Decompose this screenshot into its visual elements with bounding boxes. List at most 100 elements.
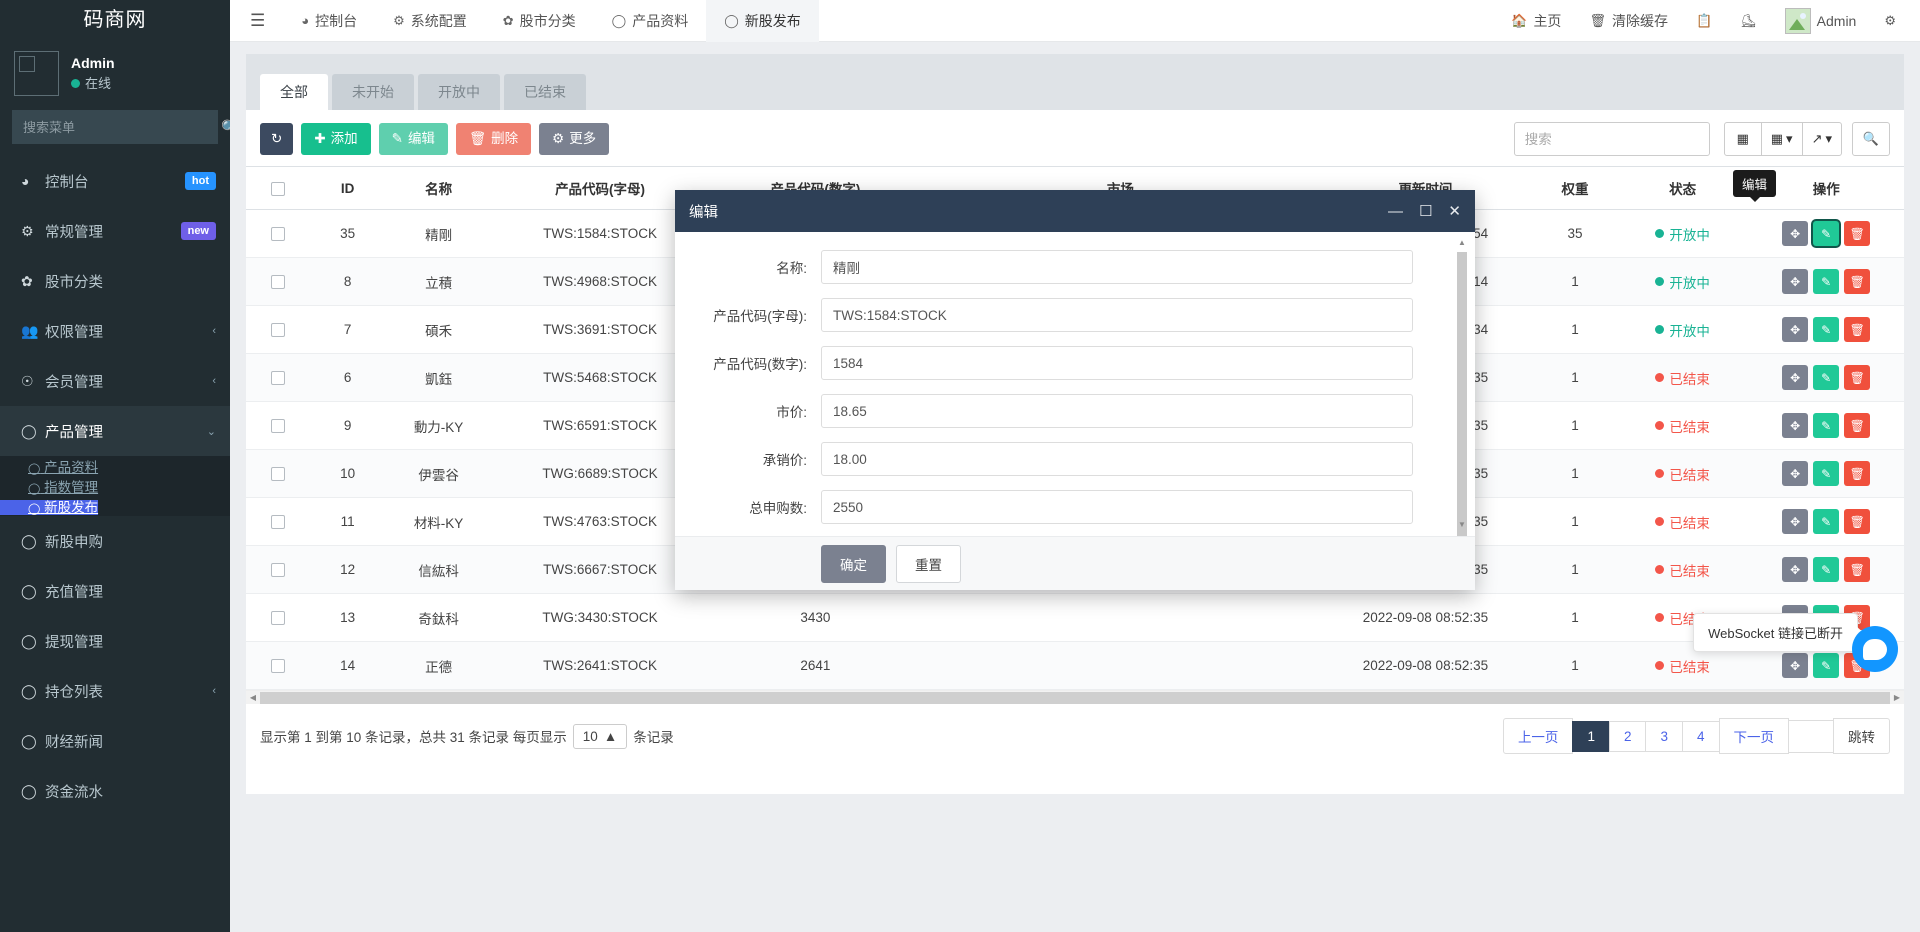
field-input-code-num[interactable] (821, 346, 1413, 380)
sidebar-item-new-stock-subscribe[interactable]: ◯ 新股申购 (0, 516, 230, 566)
field-input-total-subs[interactable] (821, 490, 1413, 524)
row-checkbox[interactable] (271, 611, 285, 625)
sidebar-item-new-stock-release[interactable]: ◯ 新股发布 (0, 496, 230, 516)
move-icon-button[interactable]: ✥ (1782, 317, 1808, 342)
sidebar-item-product-data[interactable]: ◯ 产品资料 (0, 456, 230, 476)
list-alt-icon-button[interactable]: ▦ (1724, 122, 1762, 156)
sidebar-item-permissions[interactable]: 👥 权限管理 ‹ (0, 306, 230, 356)
col-id[interactable]: ID (311, 167, 385, 210)
field-input-market-price[interactable] (821, 394, 1413, 428)
row-checkbox[interactable] (271, 659, 285, 673)
row-checkbox[interactable] (271, 323, 285, 337)
page-size-select[interactable]: 10 ▲ (573, 724, 627, 749)
sidebar-item-product-mgmt[interactable]: ◯ 产品管理 ⌄ (0, 406, 230, 456)
close-icon[interactable]: ✕ (1448, 204, 1461, 219)
tab-system-config[interactable]: ⚙ 系统配置 (375, 0, 485, 42)
sidebar-item-recharge[interactable]: ◯ 充值管理 (0, 566, 230, 616)
edit-icon-button[interactable]: ✎ (1813, 413, 1839, 438)
tab-market-category[interactable]: ✿ 股市分类 (485, 0, 594, 42)
edit-button[interactable]: ✎ 编辑 (379, 123, 448, 155)
refresh-button[interactable]: ↻ (260, 123, 293, 155)
page-3[interactable]: 3 (1645, 721, 1683, 752)
sidebar-item-market-category[interactable]: ✿ 股市分类 (0, 256, 230, 306)
delete-icon-button[interactable]: 🗑 (1844, 221, 1870, 246)
sidebar-item-dashboard[interactable]: ◕ 控制台 hot (0, 156, 230, 206)
move-icon-button[interactable]: ✥ (1782, 461, 1808, 486)
move-icon-button[interactable]: ✥ (1782, 557, 1808, 582)
select-all-checkbox[interactable] (271, 182, 285, 196)
col-name[interactable]: 名称 (385, 167, 493, 210)
filter-tab-ended[interactable]: 已结束 (504, 74, 586, 110)
add-button[interactable]: ✚ 添加 (301, 123, 370, 155)
delete-icon-button[interactable]: 🗑 (1844, 317, 1870, 342)
col-status[interactable]: 状态 (1617, 167, 1749, 210)
tab-dashboard[interactable]: ◕ 控制台 (283, 0, 375, 42)
search-icon[interactable]: 🔍 (209, 119, 230, 136)
field-input-underwrite-price[interactable] (821, 442, 1413, 476)
page-jump-input[interactable] (1788, 720, 1834, 753)
delete-icon-button[interactable]: 🗑 (1844, 461, 1870, 486)
field-input-name[interactable] (821, 250, 1413, 284)
edit-icon-button[interactable]: ✎ (1813, 221, 1839, 246)
row-select-cell[interactable] (246, 306, 311, 354)
clear-cache-button[interactable]: 🗑 清除缓存 (1575, 0, 1682, 42)
select-all-header[interactable] (246, 167, 311, 210)
move-icon-button[interactable]: ✥ (1782, 413, 1808, 438)
delete-icon-button[interactable]: 🗑 (1844, 413, 1870, 438)
fullscreen-button[interactable]: ⛸ (1726, 0, 1771, 42)
sidebar-item-holdings[interactable]: ◯ 持仓列表 ‹ (0, 666, 230, 716)
more-button[interactable]: ⚙ 更多 (539, 123, 609, 155)
modal-scroll-thumb[interactable] (1457, 252, 1467, 536)
row-select-cell[interactable] (246, 450, 311, 498)
columns-toggle-button[interactable]: ▦▾ (1761, 122, 1803, 156)
row-checkbox[interactable] (271, 275, 285, 289)
sidebar-search-input[interactable] (13, 120, 209, 135)
row-checkbox[interactable] (271, 227, 285, 241)
scroll-track[interactable] (260, 692, 1890, 704)
hamburger-icon[interactable]: ☰ (230, 11, 283, 31)
horizontal-scrollbar[interactable]: ◀ ▶ (246, 690, 1904, 704)
move-icon-button[interactable]: ✥ (1782, 269, 1808, 294)
row-checkbox[interactable] (271, 563, 285, 577)
modal-scrollbar[interactable]: ▲ ▼ (1457, 238, 1467, 532)
row-checkbox[interactable] (271, 419, 285, 433)
edit-icon-button[interactable]: ✎ (1813, 269, 1839, 294)
scroll-up-icon[interactable]: ▲ (1457, 238, 1467, 250)
scroll-right-icon[interactable]: ▶ (1890, 693, 1904, 702)
table-row[interactable]: 13 奇鈦科 TWG:3430:STOCK 3430 2022-09-08 08… (246, 594, 1904, 642)
row-select-cell[interactable] (246, 546, 311, 594)
page-4[interactable]: 4 (1682, 721, 1720, 752)
export-button[interactable]: ↗▾ (1802, 122, 1842, 156)
filter-tab-all[interactable]: 全部 (260, 74, 328, 110)
reset-button[interactable]: 重置 (896, 545, 961, 583)
page-prev[interactable]: 上一页 (1503, 718, 1574, 754)
row-select-cell[interactable] (246, 258, 311, 306)
clone-button[interactable]: 📋 (1682, 0, 1726, 42)
sidebar-item-general[interactable]: ⚙ 常规管理 new (0, 206, 230, 256)
field-input-code-alpha[interactable] (821, 298, 1413, 332)
edit-icon-button[interactable]: ✎ (1813, 509, 1839, 534)
delete-button[interactable]: 🗑 删除 (456, 123, 531, 155)
filter-tab-not-started[interactable]: 未开始 (332, 74, 414, 110)
page-jump-button[interactable]: 跳转 (1833, 718, 1890, 754)
confirm-button[interactable]: 确定 (821, 545, 886, 583)
minimize-icon[interactable]: — (1388, 204, 1403, 219)
sidebar-item-finance-news[interactable]: ◯ 财经新闻 (0, 716, 230, 766)
row-select-cell[interactable] (246, 594, 311, 642)
col-weight[interactable]: 权重 (1533, 167, 1617, 210)
tab-new-stock-release[interactable]: ◯ 新股发布 (706, 0, 819, 42)
user-menu-button[interactable]: Admin (1771, 0, 1871, 42)
delete-icon-button[interactable]: 🗑 (1844, 557, 1870, 582)
edit-icon-button[interactable]: ✎ (1813, 653, 1839, 678)
settings-button[interactable]: ⚙ (1870, 0, 1910, 42)
move-icon-button[interactable]: ✥ (1782, 509, 1808, 534)
modal-header[interactable]: 编辑 — ☐ ✕ (675, 190, 1475, 232)
move-icon-button[interactable]: ✥ (1782, 653, 1808, 678)
filter-tab-open[interactable]: 开放中 (418, 74, 500, 110)
chat-fab-button[interactable] (1852, 626, 1898, 672)
page-1[interactable]: 1 (1572, 721, 1610, 752)
edit-icon-button[interactable]: ✎ (1813, 461, 1839, 486)
row-checkbox[interactable] (271, 515, 285, 529)
row-select-cell[interactable] (246, 210, 311, 258)
edit-icon-button[interactable]: ✎ (1813, 557, 1839, 582)
